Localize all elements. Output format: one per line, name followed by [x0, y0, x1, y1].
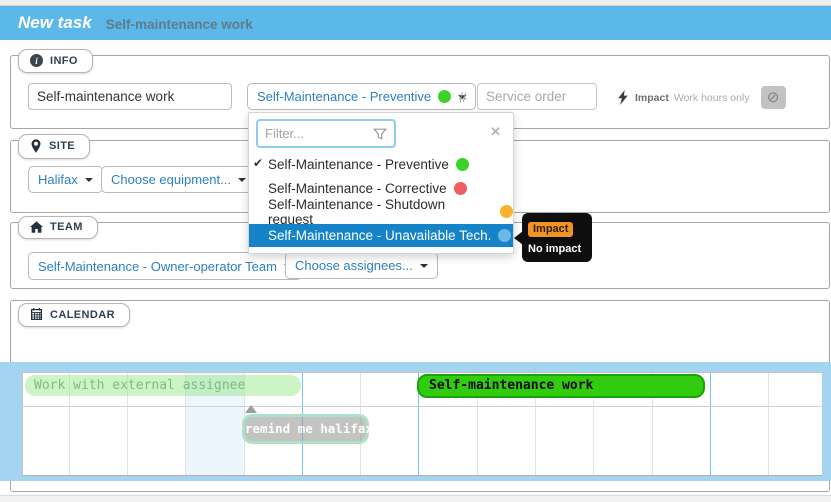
info-tab-label: INFO [50, 55, 78, 67]
option-color-dot [454, 182, 467, 195]
calendar-icon [30, 308, 43, 321]
no-impact-icon: ⊘ [767, 89, 780, 106]
task-type-color-dot [438, 90, 451, 103]
event-marker-triangle-icon [245, 405, 257, 413]
option-label: Self-Maintenance - Corrective [268, 181, 447, 196]
caret-down-icon [238, 178, 246, 182]
assignees-placeholder-label: Choose assignees... [295, 258, 413, 273]
lightning-icon [617, 90, 630, 105]
option-shutdown-request[interactable]: Self-Maintenance - Shutdown request [249, 200, 513, 224]
task-type-dropdown-button[interactable]: Self-Maintenance - Preventive [247, 83, 476, 110]
check-icon: ✔ [253, 156, 263, 170]
option-color-dot [498, 229, 511, 242]
option-preventive[interactable]: ✔ Self-Maintenance - Preventive [249, 153, 513, 177]
impact-mode-label: Work hours only [674, 92, 750, 104]
option-label: Self-Maintenance - Preventive [268, 157, 449, 172]
site-tab-label: SITE [49, 140, 75, 152]
info-tab: i INFO [18, 49, 93, 73]
new-task-screen: New task Self-maintenance work i INFO Se… [0, 0, 831, 502]
option-unavailable-tech[interactable]: Self-Maintenance - Unavailable Tech. [249, 224, 513, 248]
service-order-hash-label: # [459, 89, 467, 105]
option-label: Self-Maintenance - Unavailable Tech. [268, 228, 491, 243]
task-name-heading: Self-maintenance work [106, 15, 253, 32]
assignees-dropdown-button[interactable]: Choose assignees... [285, 252, 438, 279]
bottom-strip [0, 495, 831, 502]
page-header: New task Self-maintenance work [0, 6, 831, 40]
grid-line [768, 373, 769, 475]
task-type-selected-label: Self-Maintenance - Preventive [257, 89, 431, 104]
task-type-options-list: ✔ Self-Maintenance - Preventive Self-Mai… [249, 153, 513, 247]
info-icon: i [30, 54, 43, 67]
team-selected-label: Self-Maintenance - Owner-operator Team [38, 259, 277, 274]
site-selected-label: Halifax [38, 172, 78, 187]
site-tab: SITE [18, 134, 90, 159]
task-name-input[interactable] [28, 83, 232, 110]
home-icon [30, 221, 43, 233]
tooltip-arrow-icon [514, 231, 523, 245]
team-dropdown-button[interactable]: Self-Maintenance - Owner-operator Team [28, 252, 302, 280]
tooltip-text: No impact [528, 243, 586, 255]
option-label: Self-Maintenance - Shutdown request [268, 197, 493, 227]
impact-label: Impact [635, 92, 669, 104]
equipment-placeholder-label: Choose equipment... [111, 172, 231, 187]
tooltip-impact-badge: Impact [528, 222, 573, 237]
option-color-dot [500, 205, 513, 218]
calendar-event-reminder[interactable]: remind me halifax [242, 414, 369, 444]
team-tab-label: TEAM [50, 221, 83, 233]
calendar-event-current-task[interactable]: Self-maintenance work [417, 374, 705, 398]
caret-down-icon [420, 264, 428, 268]
no-impact-toggle-button[interactable]: ⊘ [761, 86, 786, 109]
equipment-dropdown-button[interactable]: Choose equipment... [101, 166, 256, 193]
grid-line [710, 373, 711, 475]
option-color-dot [456, 158, 469, 171]
calendar-tab-label: CALENDAR [50, 309, 115, 321]
page-title: New task [18, 13, 92, 33]
close-icon[interactable]: ✕ [490, 124, 501, 140]
service-order-input[interactable] [477, 83, 597, 110]
calendar-selection-frame: Work with external assignee Self-mainten… [0, 362, 831, 481]
funnel-icon [373, 127, 387, 141]
site-dropdown-button[interactable]: Halifax [28, 166, 103, 193]
filter-input-wrap [256, 119, 396, 148]
map-pin-icon [30, 139, 42, 153]
calendar-event-ghost[interactable]: Work with external assignee [25, 375, 301, 396]
impact-controls: Impact Work hours only ⊘ [617, 86, 786, 109]
filter-input[interactable] [258, 126, 373, 141]
impact-tooltip: Impact No impact [522, 213, 592, 262]
caret-down-icon [85, 178, 93, 182]
calendar-grid[interactable]: Work with external assignee Self-mainten… [22, 372, 822, 476]
row-divider-line [23, 406, 822, 407]
team-tab: TEAM [18, 216, 98, 239]
task-type-dropdown-panel: ✕ ✔ Self-Maintenance - Preventive Self-M… [248, 112, 514, 254]
calendar-tab: CALENDAR [18, 303, 130, 327]
